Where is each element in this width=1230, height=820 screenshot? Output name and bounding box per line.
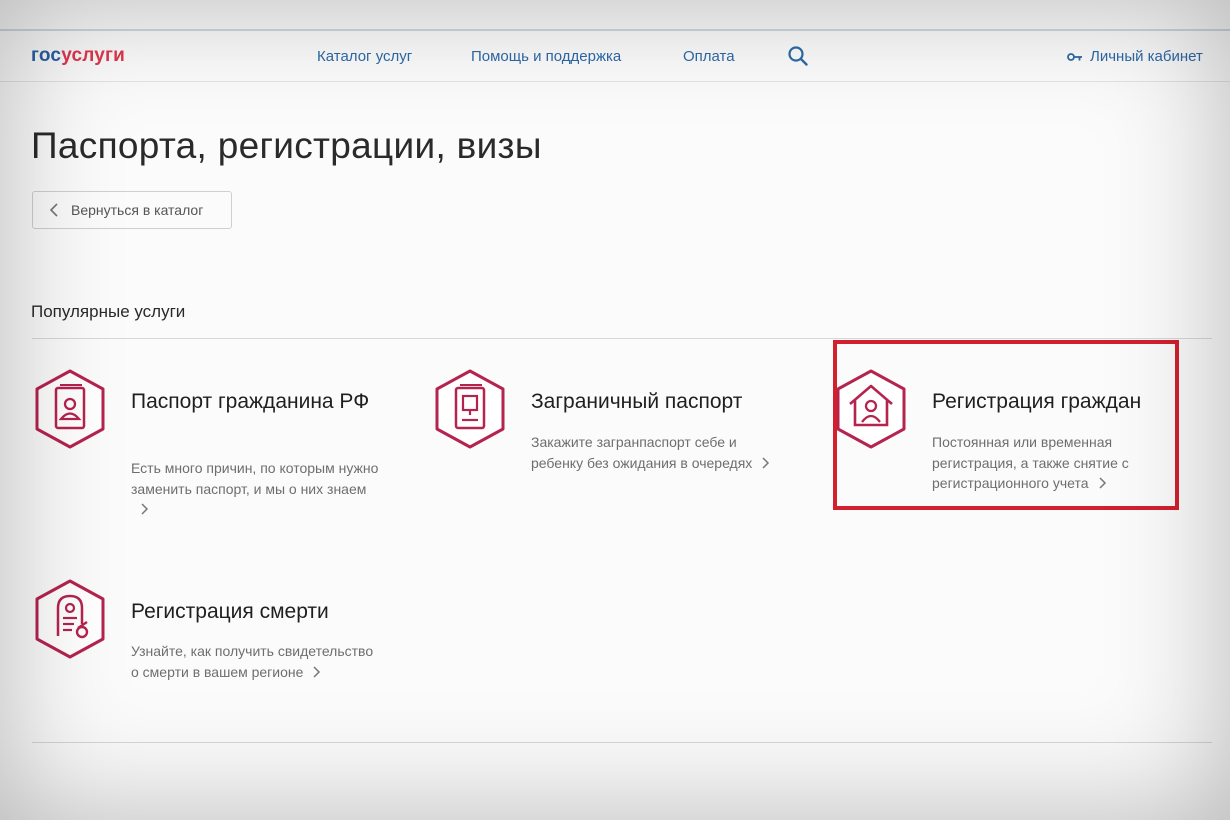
nav-catalog-link[interactable]: Каталог услуг: [317, 48, 412, 65]
card-description-text: Узнайте, как получить свидетельство о см…: [131, 643, 374, 680]
highlight-annotation-box: [833, 340, 1179, 510]
account-label: Личный кабинет: [1090, 48, 1203, 65]
card-description: Есть много причин, по которым нужно заме…: [131, 458, 381, 520]
nav-payment-link[interactable]: Оплата: [683, 48, 735, 65]
logo-part-gos: гос: [31, 45, 62, 66]
service-card-passport[interactable]: Паспорт гражданина РФ Есть много причин,…: [32, 368, 392, 518]
card-description-text: Есть много причин, по которым нужно заме…: [131, 460, 379, 497]
section-divider-bottom: [32, 742, 1212, 743]
back-button-label: Вернуться в каталог: [71, 202, 204, 218]
key-icon: [1067, 52, 1082, 61]
page-title: Паспорта, регистрации, визы: [31, 125, 542, 166]
logo-part-uslugi: услуги: [61, 45, 126, 66]
card-description: Узнайте, как получить свидетельство о см…: [131, 641, 381, 682]
card-title[interactable]: Заграничный паспорт: [531, 389, 791, 414]
service-card-death-registration[interactable]: Регистрация смерти Узнайте, как получить…: [32, 578, 392, 708]
gosuslugi-logo[interactable]: госуслуги: [31, 45, 125, 67]
foreign-passport-icon: [435, 369, 505, 449]
card-title[interactable]: Паспорт гражданина РФ: [131, 389, 391, 414]
page: госуслуги Каталог услуг Помощь и поддерж…: [0, 0, 1230, 820]
section-title: Популярные услуги: [31, 302, 186, 321]
passport-icon: [35, 369, 105, 449]
chevron-right-icon[interactable]: [762, 456, 770, 469]
service-card-foreign-passport[interactable]: Заграничный паспорт Закажите загранпаспо…: [432, 368, 792, 498]
personal-account-link[interactable]: Личный кабинет: [1067, 48, 1203, 65]
nav-help-link[interactable]: Помощь и поддержка: [471, 48, 621, 65]
search-icon[interactable]: [787, 45, 809, 67]
card-description: Закажите загранпаспорт себе и ребенку бе…: [531, 432, 781, 473]
back-to-catalog-button[interactable]: Вернуться в каталог: [32, 191, 232, 229]
card-title[interactable]: Регистрация смерти: [131, 599, 391, 624]
death-certificate-icon: [35, 579, 105, 659]
section-divider-top: [32, 338, 1212, 339]
chevron-left-icon: [49, 203, 58, 217]
chevron-right-icon[interactable]: [141, 503, 149, 515]
chevron-right-icon[interactable]: [313, 665, 321, 678]
card-description-text: Закажите загранпаспорт себе и ребенку бе…: [531, 434, 753, 471]
site-header: госуслуги Каталог услуг Помощь и поддерж…: [0, 31, 1230, 82]
